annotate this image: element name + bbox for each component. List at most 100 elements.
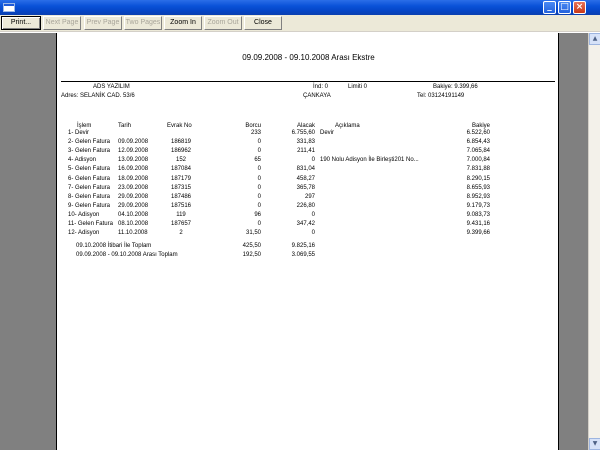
cell-evrak: 187179 xyxy=(170,175,192,182)
cell-borcu: 0 xyxy=(257,202,261,209)
cell-alacak: 297 xyxy=(304,193,315,200)
cell-aciklama: Devir xyxy=(320,130,335,136)
report-title: 09.09.2008 - 09.10.2008 Arası Ekstre xyxy=(242,53,375,62)
cell-alacak: 331,83 xyxy=(296,139,315,146)
cell-alacak: 0 xyxy=(311,230,315,237)
cell-bakiye: 7.000,84 xyxy=(466,157,490,164)
cell-aciklama: 190 Nolu Adisyon İle Birleşti201 No... xyxy=(320,157,419,164)
cell-tarih: 04.10.2008 xyxy=(118,211,149,218)
cell-tarih: 11.10.2008 xyxy=(118,230,148,237)
header-divider xyxy=(61,81,555,82)
cell-evrak: 187657 xyxy=(170,221,192,227)
cell-borcu: 0 xyxy=(257,221,261,227)
cell-borcu: 31,50 xyxy=(245,230,261,237)
app-window-icon[interactable] xyxy=(3,3,15,12)
cell-evrak: 187315 xyxy=(170,184,192,191)
cell-evrak: 187486 xyxy=(170,193,192,200)
total-borcu: 425,50 xyxy=(242,243,261,249)
cell-tarih: 29.09.2008 xyxy=(118,202,149,209)
cell-tarih: 12.09.2008 xyxy=(118,148,149,155)
next-page-button[interactable]: Next Page xyxy=(43,16,81,30)
cell-bakiye: 8.290,15 xyxy=(466,175,490,182)
cell-alacak: 0 xyxy=(311,157,315,164)
cell-evrak: 186819 xyxy=(170,139,192,146)
cell-bakiye: 6.854,43 xyxy=(466,139,490,146)
col-header-aciklama: Açıklama xyxy=(335,123,360,129)
phone-label: Tel: 03124191149 xyxy=(417,93,465,99)
cell-bakiye: 9.179,73 xyxy=(466,202,490,209)
cell-borcu: 0 xyxy=(257,193,261,200)
cell-evrak: 152 xyxy=(175,157,186,164)
cell-alacak: 211,41 xyxy=(297,148,315,155)
cell-tarih: 09.09.2008 xyxy=(118,139,149,146)
cell-tarih: 29.09.2008 xyxy=(118,193,149,200)
cell-borcu: 0 xyxy=(257,184,261,191)
cell-alacak: 458,27 xyxy=(296,175,315,182)
balance-label: Bakiye: 9.399,66 xyxy=(433,84,478,90)
cell-bakiye: 9.431,16 xyxy=(466,221,490,227)
total-alacak: 3.069,55 xyxy=(291,252,315,258)
preview-toolbar: Print... Next Page Prev Page Two Pages Z… xyxy=(0,15,600,32)
cell-tarih: 23.09.2008 xyxy=(118,184,149,191)
cell-evrak: 186962 xyxy=(170,148,192,155)
cell-borcu: 0 xyxy=(257,175,261,182)
window-titlebar[interactable]: _ □ × xyxy=(0,0,600,15)
cell-bakiye: 8.655,93 xyxy=(466,184,490,191)
prev-page-button[interactable]: Prev Page xyxy=(84,16,122,30)
cell-evrak: 2 xyxy=(179,230,183,237)
cell-bakiye: 9.083,73 xyxy=(466,211,490,218)
cell-evrak: 187084 xyxy=(170,166,192,173)
print-button[interactable]: Print... xyxy=(1,16,41,30)
cell-borcu: 65 xyxy=(254,157,261,164)
cell-alacak: 347,42 xyxy=(296,221,315,227)
col-header-bakiye: Bakiye xyxy=(471,123,490,129)
cell-bakiye: 8.952,93 xyxy=(466,193,490,200)
total-label: 09.10.2008 İtibari İle Toplam xyxy=(76,243,152,249)
company-name: ADS YAZILIM xyxy=(93,84,130,90)
col-header-alacak: Alacak xyxy=(296,123,315,129)
maximize-icon[interactable]: □ xyxy=(558,1,571,14)
cell-bakiye: 9.399,66 xyxy=(466,230,490,237)
cell-tarih: 08.10.2008 xyxy=(118,221,149,227)
col-header-borcu: Borcu xyxy=(245,123,261,129)
scroll-down-icon[interactable]: ▼ xyxy=(589,438,600,450)
cell-islem: 1- Devir xyxy=(68,130,90,136)
report-page: 09.09.2008 - 09.10.2008 Arası Ekstre ADS… xyxy=(56,33,559,450)
cell-bakiye: 7.831,88 xyxy=(466,166,490,173)
cell-tarih: 18.09.2008 xyxy=(118,175,149,182)
cell-bakiye: 6.522,60 xyxy=(466,130,490,136)
minimize-icon[interactable]: _ xyxy=(543,1,556,14)
cell-bakiye: 7.065,84 xyxy=(466,148,490,155)
cell-borcu: 0 xyxy=(257,139,261,146)
cell-borcu: 96 xyxy=(254,211,261,218)
address-label: Adres: SELANİK CAD. 53/6 xyxy=(61,93,135,99)
cell-borcu: 0 xyxy=(257,166,261,173)
cell-alacak: 831,04 xyxy=(296,166,315,173)
cell-alacak: 365,78 xyxy=(296,184,315,191)
col-header-islem: İşlem xyxy=(77,123,92,129)
cell-tarih: 13.09.2008 xyxy=(118,157,149,164)
limit-label: Limiti 0 xyxy=(348,84,368,90)
cell-tarih: 16.09.2008 xyxy=(118,166,149,173)
zoom-in-button[interactable]: Zoom In xyxy=(164,16,202,30)
cell-evrak: 119 xyxy=(176,211,186,218)
cell-evrak: 187516 xyxy=(170,202,192,209)
scroll-up-icon[interactable]: ▲ xyxy=(589,33,600,45)
total-label: 09.09.2008 - 09.10.2008 Arası Toplam xyxy=(76,252,178,258)
total-borcu: 192,50 xyxy=(242,252,261,258)
preview-area[interactable]: 09.09.2008 - 09.10.2008 Arası Ekstre ADS… xyxy=(0,33,588,450)
cell-alacak: 0 xyxy=(311,211,315,218)
cell-alacak: 6.755,60 xyxy=(291,130,315,136)
col-header-evrak: Evrak No xyxy=(167,123,192,129)
cell-borcu: 233 xyxy=(250,130,261,136)
col-header-tarih: Tarih xyxy=(118,123,132,129)
discount-label: İnd: 0 xyxy=(313,84,329,90)
district-label: ÇANKAYA xyxy=(303,93,331,99)
cell-alacak: 226,80 xyxy=(296,202,315,209)
cell-borcu: 0 xyxy=(257,148,261,155)
vertical-scrollbar[interactable]: ▲ ▼ xyxy=(588,33,600,450)
two-pages-button[interactable]: Two Pages xyxy=(124,16,162,30)
close-button[interactable]: Close xyxy=(244,16,282,30)
zoom-out-button[interactable]: Zoom Out xyxy=(204,16,242,30)
close-window-icon[interactable]: × xyxy=(573,1,586,14)
